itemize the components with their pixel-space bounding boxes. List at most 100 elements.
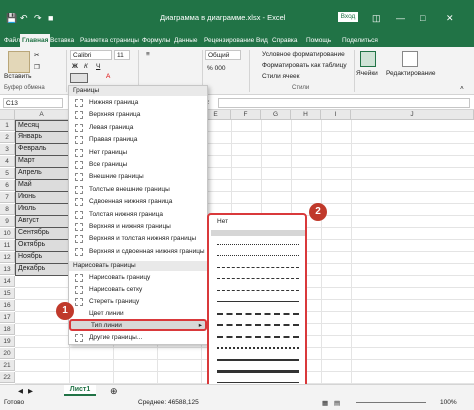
zoom-slider[interactable] [356, 402, 426, 403]
menu-border-option[interactable]: Верхняя граница [69, 109, 207, 120]
menu-line-style[interactable]: Тип линии ▸ [69, 319, 207, 331]
cut-icon[interactable]: ✂ [34, 51, 39, 59]
align-icon[interactable]: ≡ [146, 51, 150, 58]
login-button[interactable]: Вход [338, 12, 358, 22]
line-style-option[interactable] [217, 255, 299, 256]
line-style-option[interactable] [217, 289, 299, 291]
menu-border-option[interactable]: Нет границы [69, 147, 207, 158]
line-style-none[interactable]: Нет [217, 218, 228, 225]
row-header[interactable]: 8 [0, 204, 15, 215]
view-normal-icon[interactable]: ▦ [322, 399, 328, 407]
col-header[interactable]: F [231, 110, 261, 120]
redo-icon[interactable]: ↷ [34, 13, 42, 24]
line-style-option[interactable] [217, 312, 299, 315]
cells-button[interactable]: Ячейки [356, 70, 378, 77]
row-header[interactable]: 18 [0, 324, 15, 335]
row-header[interactable]: 20 [0, 348, 15, 359]
line-style-option[interactable] [217, 243, 299, 245]
cell[interactable]: Ноябрь [15, 252, 69, 264]
row-header[interactable]: 11 [0, 240, 15, 251]
view-layout-icon[interactable]: ▤ [334, 399, 340, 407]
menu-erase-border[interactable]: Стереть границу [69, 296, 207, 307]
cell[interactable]: Январь [15, 132, 69, 144]
line-style-option[interactable] [217, 278, 299, 279]
row-header[interactable]: 7 [0, 192, 15, 203]
format-as-table-button[interactable]: Форматировать как таблицу [262, 62, 347, 69]
menu-border-option[interactable]: Толстые внешние границы [69, 184, 207, 195]
maximize-icon[interactable]: □ [420, 13, 425, 23]
cell[interactable]: Апрель [15, 168, 69, 180]
font-name-box[interactable]: Calibri [70, 50, 112, 60]
menu-border-option[interactable]: Верхняя и нижняя границы [69, 221, 207, 232]
row-header[interactable]: 22 [0, 372, 15, 383]
row-header[interactable]: 12 [0, 252, 15, 263]
font-color-icon[interactable]: A [106, 73, 110, 80]
tab-page-layout[interactable]: Разметка страницы [78, 34, 141, 47]
tab-view[interactable]: Вид [254, 34, 270, 47]
row-header[interactable]: 5 [0, 168, 15, 179]
line-style-option[interactable] [217, 335, 299, 338]
line-style-option[interactable] [217, 370, 299, 373]
add-sheet-icon[interactable]: ⊕ [110, 386, 118, 397]
row-header[interactable]: 15 [0, 288, 15, 299]
line-style-option[interactable] [217, 358, 299, 361]
menu-border-option[interactable]: Нижняя граница [69, 97, 207, 108]
formula-input[interactable] [218, 98, 470, 108]
col-header[interactable]: I [321, 110, 351, 120]
sheet-next-icon[interactable]: ▶ [28, 387, 33, 395]
number-format-box[interactable]: Общий [205, 50, 241, 60]
tab-home[interactable]: Главная [20, 34, 51, 47]
save-icon[interactable]: 💾 [6, 13, 17, 24]
cell[interactable]: Сентябрь [15, 228, 69, 240]
row-header[interactable]: 4 [0, 156, 15, 167]
line-style-option[interactable] [217, 266, 299, 268]
line-style-option[interactable] [217, 324, 299, 326]
row-header[interactable]: 17 [0, 312, 15, 323]
tab-share[interactable]: Поделиться [340, 34, 380, 47]
find-icon[interactable] [402, 51, 418, 67]
col-header[interactable]: J [351, 110, 474, 120]
cell[interactable]: Февраль [15, 144, 69, 156]
cell[interactable]: Месяц [15, 120, 69, 132]
row-header[interactable]: 9 [0, 216, 15, 227]
camera-icon[interactable]: ■ [48, 13, 53, 23]
menu-border-option[interactable]: Внешние границы [69, 171, 207, 182]
menu-more-borders[interactable]: Другие границы... [69, 332, 207, 343]
close-icon[interactable]: ✕ [446, 13, 454, 24]
tab-review[interactable]: Рецензирование [202, 34, 256, 47]
name-box[interactable]: C13 [3, 98, 63, 108]
menu-draw-grid[interactable]: Нарисовать сетку [69, 284, 207, 295]
cell[interactable]: Май [15, 180, 69, 192]
tab-insert[interactable]: Вставка [48, 34, 76, 47]
row-header[interactable]: 13 [0, 264, 15, 275]
line-style-option[interactable] [211, 230, 305, 236]
italic-icon[interactable]: К [84, 63, 88, 70]
row-header[interactable]: 19 [0, 336, 15, 347]
menu-border-option[interactable]: Сдвоенная нижняя граница [69, 196, 207, 207]
row-header[interactable]: 3 [0, 144, 15, 155]
row-header[interactable]: 10 [0, 228, 15, 239]
font-size-box[interactable]: 11 [114, 50, 130, 60]
minimize-icon[interactable]: — [396, 13, 405, 23]
col-header[interactable]: H [291, 110, 321, 120]
paste-icon[interactable] [8, 51, 30, 73]
copy-icon[interactable]: ❐ [34, 63, 40, 71]
tab-help[interactable]: Справка [270, 34, 300, 47]
menu-border-option[interactable]: Верхняя и толстая нижняя границы [69, 233, 207, 244]
currency-icon[interactable]: % 000 [207, 65, 225, 72]
menu-border-option[interactable]: Правая граница [69, 134, 207, 145]
borders-button[interactable] [70, 73, 88, 83]
editing-button[interactable]: Редактирование [386, 70, 436, 77]
line-style-option[interactable] [217, 347, 299, 349]
row-header[interactable]: 16 [0, 300, 15, 311]
ribbon-options-icon[interactable]: ◫ [372, 13, 381, 24]
row-header[interactable]: 14 [0, 276, 15, 287]
cells-icon[interactable] [360, 51, 376, 67]
cell[interactable]: Июль [15, 204, 69, 216]
col-header[interactable]: G [261, 110, 291, 120]
sheet-prev-icon[interactable]: ◀ [18, 387, 23, 395]
sheet-tab[interactable]: Лист1 [64, 385, 96, 396]
cell[interactable]: Декабрь [15, 264, 69, 276]
cell[interactable]: Август [15, 216, 69, 228]
menu-border-option[interactable]: Все границы [69, 159, 207, 170]
